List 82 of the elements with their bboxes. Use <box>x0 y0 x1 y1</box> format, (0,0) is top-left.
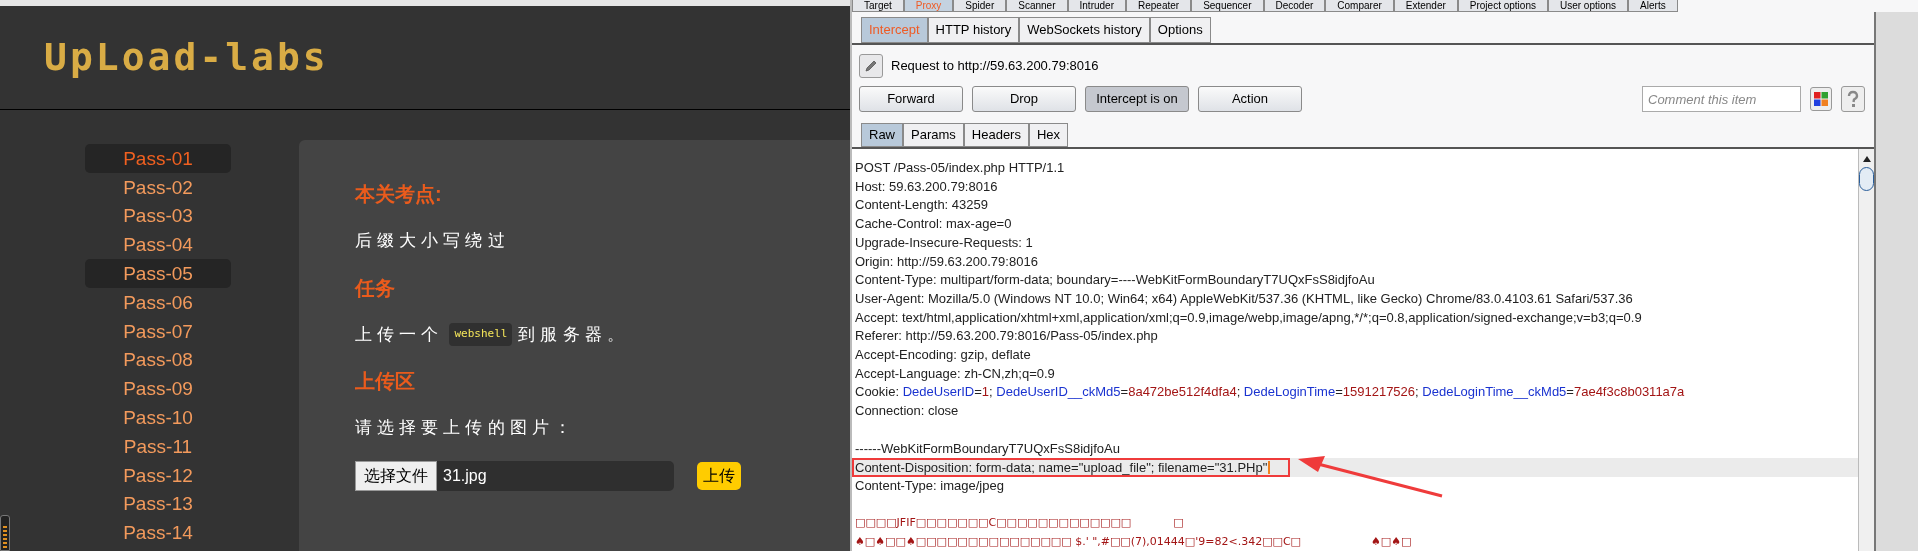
tool-tab[interactable]: Scanner <box>1006 0 1068 12</box>
request-line: User-Agent: Mozilla/5.0 (Windows NT 10.0; Win64; x64) AppleWebKit/537.36 (KHTML, like Gecko) Chrome/83.0.4103.61 Safari/537.36 <box>855 289 1634 308</box>
site-logo[interactable]: UpLoad-labs <box>44 29 329 86</box>
request-line: Referer: http://59.63.200.79:8016/Pass-05/index.php <box>855 327 1159 346</box>
code-snippet: webshell <box>449 323 513 346</box>
message-tab[interactable]: Headers <box>963 123 1029 147</box>
choose-file-button[interactable]: 选择文件 <box>355 460 437 491</box>
request-line: Origin: http://59.63.200.79:8016 <box>855 252 1039 271</box>
nav-link[interactable]: Pass-12 <box>85 460 231 490</box>
nav-link[interactable]: Pass-13 <box>85 489 231 519</box>
tool-tab[interactable]: Decoder <box>1263 0 1326 12</box>
request-line: Cookie: DedeUserID=1; DedeUserID__ckMd5=8a472be512f4dfa4; DedeLoginTime=1591217526; DedeLoginTime__ckMd5=7ae4f3c8b0311a7a <box>855 383 1686 402</box>
nav-link[interactable]: Pass-03 <box>85 201 231 231</box>
tool-tab[interactable]: Target <box>852 0 904 12</box>
level-meter-icon <box>0 515 10 551</box>
file-input[interactable]: 选择文件 31.jpg <box>355 460 674 491</box>
scroll-up-icon[interactable] <box>1861 155 1872 163</box>
section-heading: 任务 <box>355 275 396 301</box>
scrollbar[interactable] <box>1858 149 1874 551</box>
request-line: Upgrade-Insecure-Requests: 1 <box>855 233 1034 252</box>
request-line: Content-Type: multipart/form-data; boundary=----WebKitFormBoundaryT7UQxFsS8idjfoAu <box>855 271 1376 290</box>
subtab[interactable]: HTTP history <box>927 17 1020 43</box>
section-heading: 上传区 <box>355 369 416 394</box>
nav-link[interactable]: Pass-10 <box>85 403 231 432</box>
highlight-color-button[interactable] <box>1810 87 1832 111</box>
paragraph: 到服务器。 <box>518 323 629 346</box>
paragraph: 请选择要上传的图片： <box>355 417 576 439</box>
upload-button[interactable]: 上传 <box>697 461 741 490</box>
message-tab[interactable]: Params <box>903 123 964 147</box>
request-line: Content-Type: image/jpeg <box>855 476 1005 495</box>
subtab[interactable]: WebSockets history <box>1019 17 1150 43</box>
nav-link[interactable]: Pass-08 <box>85 345 231 375</box>
tool-tab[interactable]: User options <box>1547 0 1629 12</box>
nav-link[interactable]: Pass-14 <box>85 518 231 548</box>
tool-tab[interactable]: Alerts <box>1628 0 1678 12</box>
nav-link[interactable]: Pass-09 <box>85 374 231 404</box>
request-line: Connection: close <box>855 402 960 421</box>
tool-tab[interactable]: Sequencer <box>1191 0 1264 12</box>
paragraph: 上传一个 <box>355 323 444 346</box>
tool-tab[interactable]: Extender <box>1393 0 1458 12</box>
tool-tab[interactable]: Spider <box>953 0 1007 12</box>
tool-tab[interactable]: Intruder <box>1067 0 1126 12</box>
scroll-thumb[interactable] <box>1859 167 1874 191</box>
edit-button[interactable] <box>859 54 883 78</box>
paragraph: 后缀大小写绕过 <box>355 230 510 252</box>
help-icon <box>1846 90 1860 108</box>
comment-field[interactable]: Comment this item <box>1642 86 1801 112</box>
nav-link[interactable]: Pass-07 <box>85 316 231 346</box>
request-line: Accept-Language: zh-CN,zh;q=0.9 <box>855 364 1056 383</box>
pencil-icon <box>863 58 879 74</box>
tool-tab[interactable]: Comparer <box>1325 0 1394 12</box>
tool-tab[interactable]: Project options <box>1457 0 1548 12</box>
request-line: Accept-Encoding: gzip, deflate <box>855 346 1032 365</box>
binary-data-line: ♠□♠□□♠□□□□□□□□□□□□□□□ $.' ",#□□(7),01444□'9=82<.342□□C□ ♠□♠□ <box>855 534 1413 550</box>
nav-link[interactable]: Pass-11 <box>85 431 231 461</box>
request-line: Content-Disposition: form-data; name="upload_file"; filename="31.PHp" <box>855 460 1268 475</box>
section-heading: 本关考点: <box>355 182 443 207</box>
request-line: Content-Length: 43259 <box>855 196 989 215</box>
request-line: Cache-Control: max-age=0 <box>855 215 1013 234</box>
binary-data-line: □□□□JFIF□□□□□□□C□□□□□□□□□□□□□ □ <box>855 515 1185 532</box>
action-button[interactable]: Forward <box>859 86 963 112</box>
subtab[interactable]: Options <box>1149 17 1211 43</box>
request-line: ------WebKitFormBoundaryT7UQxFsS8idjfoAu <box>855 439 1121 458</box>
request-line: Host: 59.63.200.79:8016 <box>855 177 999 196</box>
nav-link[interactable]: Pass-06 <box>85 288 231 317</box>
message-tab[interactable]: Hex <box>1028 123 1069 147</box>
request-line: Accept: text/html,application/xhtml+xml,application/xml;q=0.9,image/webp,image/apng,*/*;q=0.8,application/signed-exchange;v=b3;q=0.9 <box>855 308 1643 327</box>
nav-link[interactable]: Pass-01 <box>85 144 231 173</box>
help-button[interactable] <box>1841 86 1865 112</box>
tool-tab[interactable]: Repeater <box>1126 0 1192 12</box>
action-button[interactable]: Drop <box>972 86 1076 112</box>
action-button[interactable]: Intercept is on <box>1085 86 1189 112</box>
color-grid-icon <box>1813 91 1829 107</box>
nav-link[interactable]: Pass-04 <box>85 230 231 260</box>
message-tab[interactable]: Raw <box>861 123 903 147</box>
nav-link[interactable]: Pass-02 <box>85 172 231 202</box>
request-line: POST /Pass-05/index.php HTTP/1.1 <box>855 159 1066 177</box>
text-cursor <box>1268 461 1271 475</box>
request-target: Request to http://59.63.200.79:8016 <box>891 57 1099 76</box>
nav-link[interactable]: Pass-05 <box>85 259 231 288</box>
file-name: 31.jpg <box>443 465 487 486</box>
action-button[interactable]: Action <box>1198 86 1302 112</box>
